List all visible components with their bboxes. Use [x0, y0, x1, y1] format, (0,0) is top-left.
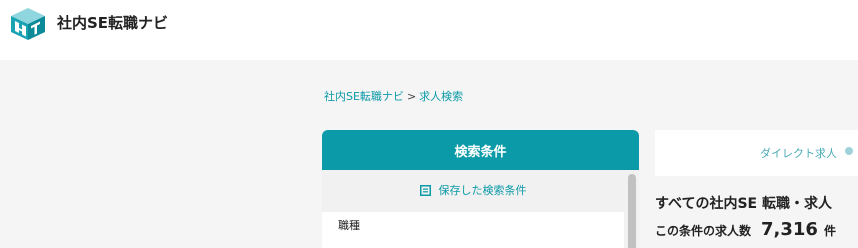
job-count-label: この条件の求人数 [655, 224, 752, 238]
job-type-field[interactable]: 職種 [322, 212, 624, 248]
breadcrumb-separator: > [406, 90, 417, 103]
saved-search-conditions-label: 保存した検索条件 [438, 184, 527, 197]
results-tab-bar: ダイレクト求人 [655, 130, 858, 176]
search-conditions-panel: 検索条件 保存した検索条件 職種 [322, 130, 639, 248]
job-type-label: 職種 [338, 219, 360, 232]
panel-scrollbar[interactable] [625, 170, 639, 248]
site-header: 社内SE転職ナビ [0, 0, 858, 60]
saved-search-conditions-link[interactable]: 保存した検索条件 [322, 178, 624, 202]
results-title: すべての社内SE 転職・求人 [655, 196, 832, 212]
tab-direct-jobs[interactable]: ダイレクト求人 [760, 145, 837, 161]
breadcrumb-current-link[interactable]: 求人検索 [419, 90, 463, 103]
info-icon[interactable] [845, 147, 853, 155]
search-conditions-title: 検索条件 [454, 144, 507, 160]
cube-logo-icon[interactable] [10, 7, 46, 41]
search-conditions-header: 検索条件 [322, 130, 639, 170]
site-name[interactable]: 社内SE転職ナビ [57, 12, 168, 33]
job-count-unit: 件 [823, 224, 836, 238]
breadcrumb-home-link[interactable]: 社内SE転職ナビ [324, 90, 404, 103]
saved-list-icon [419, 184, 431, 196]
breadcrumb: 社内SE転職ナビ > 求人検索 [324, 88, 463, 104]
job-count-value: 7,316 [761, 219, 818, 240]
job-count: この条件の求人数 7,316 件 [655, 219, 836, 240]
scrollbar-thumb[interactable] [628, 174, 636, 248]
